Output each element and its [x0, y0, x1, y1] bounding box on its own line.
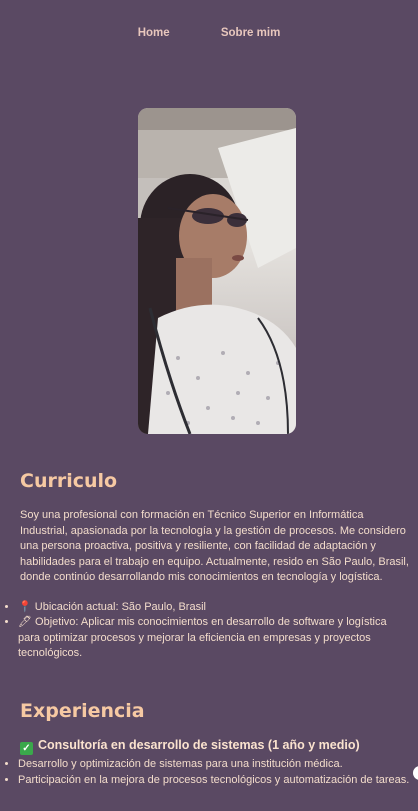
- experiencia-list: Desarrollo y optimización de sistemas pa…: [0, 757, 410, 788]
- job-title: ✓ Consultoría en desarrollo de sistemas (…: [20, 738, 410, 755]
- objective-text: Objetivo: Aplicar mis conocimientos en d…: [18, 616, 387, 659]
- top-nav: Home Sobre mim: [0, 27, 418, 39]
- pin-icon: 📍: [18, 600, 32, 613]
- experiencia-heading: Experiencia: [20, 700, 145, 722]
- check-icon: ✓: [20, 742, 33, 755]
- list-item: Desarrollo y optimización de sistemas pa…: [18, 757, 410, 773]
- list-item: 📍 Ubicación actual: São Paulo, Brasil: [18, 600, 410, 616]
- nav-sobre-link[interactable]: Sobre mim: [221, 27, 280, 39]
- curriculo-section: Curriculo Soy una profesional con formac…: [18, 470, 410, 662]
- list-item: Participación en la mejora de procesos t…: [18, 773, 410, 789]
- location-text: Ubicación actual: São Paulo, Brasil: [34, 600, 206, 613]
- pencil-icon: 🖊: [18, 616, 32, 628]
- curriculo-list: 📍 Ubicación actual: São Paulo, Brasil 🖊 …: [0, 600, 410, 662]
- job-title-text: Consultoría en desarrollo de sistemas (1…: [38, 738, 360, 752]
- nav-home-link[interactable]: Home: [138, 27, 170, 39]
- list-item: 🖊 Objetivo: Aplicar mis conocimientos en…: [18, 615, 410, 662]
- experiencia-section: Experiencia ✓ Consultoría en desarrollo d…: [18, 700, 410, 788]
- floating-button[interactable]: [413, 766, 418, 780]
- profile-photo: [138, 108, 296, 434]
- curriculo-intro: Soy una profesional con formación en Téc…: [20, 509, 409, 583]
- curriculo-heading: Curriculo: [20, 470, 118, 492]
